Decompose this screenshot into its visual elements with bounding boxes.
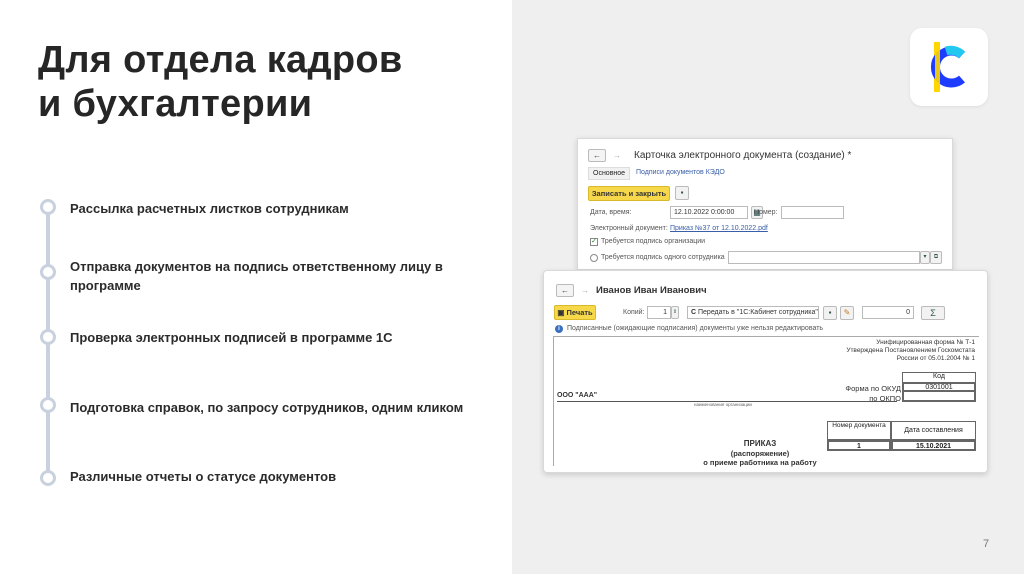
back-button-2[interactable]: ←	[556, 284, 574, 297]
slide-title: Для отдела кадров и бухгалтерии	[38, 38, 403, 126]
employee-signature-radio[interactable]	[590, 254, 598, 262]
sum-field[interactable]: 0	[862, 306, 914, 319]
timeline-dot-3	[40, 329, 56, 345]
employee-select-field[interactable]	[728, 251, 920, 264]
copies-field[interactable]: 1	[647, 306, 671, 319]
doc-number-value: 1	[827, 440, 891, 451]
sigma-icon: Σ	[930, 308, 936, 318]
form-line-1: Унифицированная форма № Т-1	[876, 339, 975, 346]
print-label: Печать	[566, 308, 593, 317]
organization-caption: наименование организации	[694, 402, 752, 407]
order-subtitle: (распоряжение)	[730, 449, 790, 458]
form-line-2: Утверждена Постановлением Госкомстата	[846, 347, 975, 354]
order-title: ПРИКАЗ	[743, 439, 777, 448]
date-field[interactable]: 12.10.2022 0:00:00	[670, 206, 748, 219]
tab-main[interactable]: Основное	[588, 167, 631, 180]
save-icon-2[interactable]: ▪	[823, 306, 837, 320]
okud-label: Форма по ОКУД	[845, 384, 901, 393]
feature-item-3: Проверка электронных подписей в программ…	[70, 330, 393, 345]
organization-name: ООО "ААА"	[557, 392, 598, 399]
info-icon: i	[555, 325, 563, 333]
sum-button[interactable]: Σ	[921, 306, 945, 320]
code-header: Код	[902, 372, 976, 382]
feature-item-2: Отправка документов на подпись ответстве…	[70, 259, 443, 293]
send-to-cabinet-button[interactable]: C Передать в "1С:Кабинет сотрудника"	[687, 306, 819, 319]
number-label: Номер:	[754, 209, 778, 216]
feature-item-1: Рассылка расчетных листков сотрудникам	[70, 201, 349, 216]
1c-logo-icon	[910, 28, 988, 106]
doc-date-value: 15.10.2021	[891, 440, 976, 451]
timeline-dot-4	[40, 397, 56, 413]
copies-label: Копий:	[623, 309, 645, 316]
edoc-link[interactable]: Приказ №37 от 12.10.2022.pdf	[670, 225, 768, 232]
okpo-value	[902, 392, 976, 402]
timeline-dot-5	[40, 470, 56, 486]
save-and-close-button[interactable]: Записать и закрыть	[588, 186, 670, 201]
doc-number-header: Номер документа	[827, 421, 891, 440]
feature-item-5: Различные отчеты о статусе документов	[70, 469, 337, 484]
title-line-2: и бухгалтерии	[38, 83, 313, 125]
feature-item-4: Подготовка справок, по запросу сотрудник…	[70, 400, 464, 415]
order-document-preview: Унифицированная форма № Т-1 Утверждена П…	[553, 336, 979, 467]
forward-button-2[interactable]: →	[576, 284, 594, 297]
page-number: 7	[983, 538, 990, 550]
edoc-label: Электронный документ:	[590, 225, 668, 232]
edit-icon[interactable]: ✎	[840, 306, 854, 320]
timeline-dot-2	[40, 264, 56, 280]
edoc-card-window: ← → Карточка электронного документа (соз…	[577, 138, 953, 270]
dropdown-icon[interactable]: ▾	[920, 251, 930, 264]
employee-signature-label: Требуется подпись одного сотрудника	[601, 254, 725, 261]
date-label: Дата, время:	[590, 209, 632, 216]
employee-name-title: Иванов Иван Иванович	[596, 285, 707, 296]
open-link-icon[interactable]: ⧉	[930, 251, 942, 264]
window-title: Карточка электронного документа (создани…	[634, 150, 852, 161]
org-signature-checkbox[interactable]: ✓	[590, 238, 598, 246]
info-message: Подписанные (ожидающие подписания) докум…	[567, 325, 824, 332]
okud-value: 0301001	[902, 382, 976, 392]
back-button[interactable]: ←	[588, 149, 606, 162]
save-icon[interactable]: ▪	[675, 186, 689, 200]
doc-date-header: Дата составления	[891, 421, 976, 440]
timeline-dot-1	[40, 199, 56, 215]
send-to-cabinet-label: Передать в "1С:Кабинет сотрудника"	[698, 309, 818, 316]
org-signature-label: Требуется подпись организации	[601, 238, 706, 245]
form-line-3: России от 05.01.2004 № 1	[896, 355, 975, 362]
title-line-1: Для отдела кадров	[38, 39, 403, 81]
tab-signatures[interactable]: Подписи документов КЭДО	[632, 167, 729, 178]
print-button[interactable]: ▣ Печать	[554, 305, 596, 320]
order-description: о приеме работника на работу	[703, 458, 817, 467]
forward-button[interactable]: →	[608, 149, 626, 162]
copies-stepper[interactable]: ⇕	[671, 306, 679, 319]
number-field[interactable]	[781, 206, 844, 219]
cabinet-icon: C	[691, 309, 698, 316]
